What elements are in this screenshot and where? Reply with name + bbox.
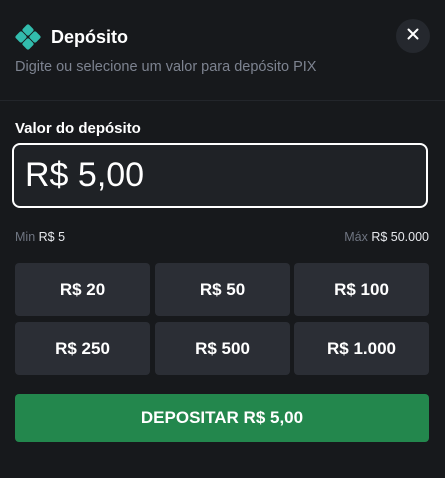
modal-title: Depósito bbox=[51, 27, 129, 47]
preset-button-20[interactable]: R$ 20 bbox=[15, 263, 150, 316]
preset-button-250[interactable]: R$ 250 bbox=[15, 322, 150, 375]
min-limit-label: Min bbox=[15, 230, 36, 244]
preset-button-1000[interactable]: R$ 1.000 bbox=[294, 322, 429, 375]
modal-subtitle: Digite ou selecione um valor para depósi… bbox=[15, 59, 317, 75]
max-limit: Máx R$ 50.000 bbox=[344, 229, 429, 245]
close-button[interactable] bbox=[396, 19, 430, 53]
min-limit-value: R$ 5 bbox=[38, 230, 66, 244]
preset-button-100[interactable]: R$ 100 bbox=[294, 263, 429, 316]
preset-button-500[interactable]: R$ 500 bbox=[155, 322, 290, 375]
pix-diamond-icon bbox=[15, 24, 41, 50]
max-limit-value: R$ 50.000 bbox=[371, 230, 429, 244]
min-limit: Min R$ 5 bbox=[15, 229, 65, 245]
modal-header: Depósito Digite ou selecione um valor pa… bbox=[0, 0, 445, 101]
max-limit-label: Máx bbox=[344, 230, 368, 244]
amount-label: Valor do depósito bbox=[15, 120, 141, 137]
deposit-modal: Depósito Digite ou selecione um valor pa… bbox=[0, 0, 445, 478]
close-icon bbox=[407, 27, 419, 45]
deposit-button[interactable]: DEPOSITAR R$ 5,00 bbox=[15, 394, 429, 442]
preset-button-50[interactable]: R$ 50 bbox=[155, 263, 290, 316]
amount-input[interactable] bbox=[12, 143, 428, 208]
